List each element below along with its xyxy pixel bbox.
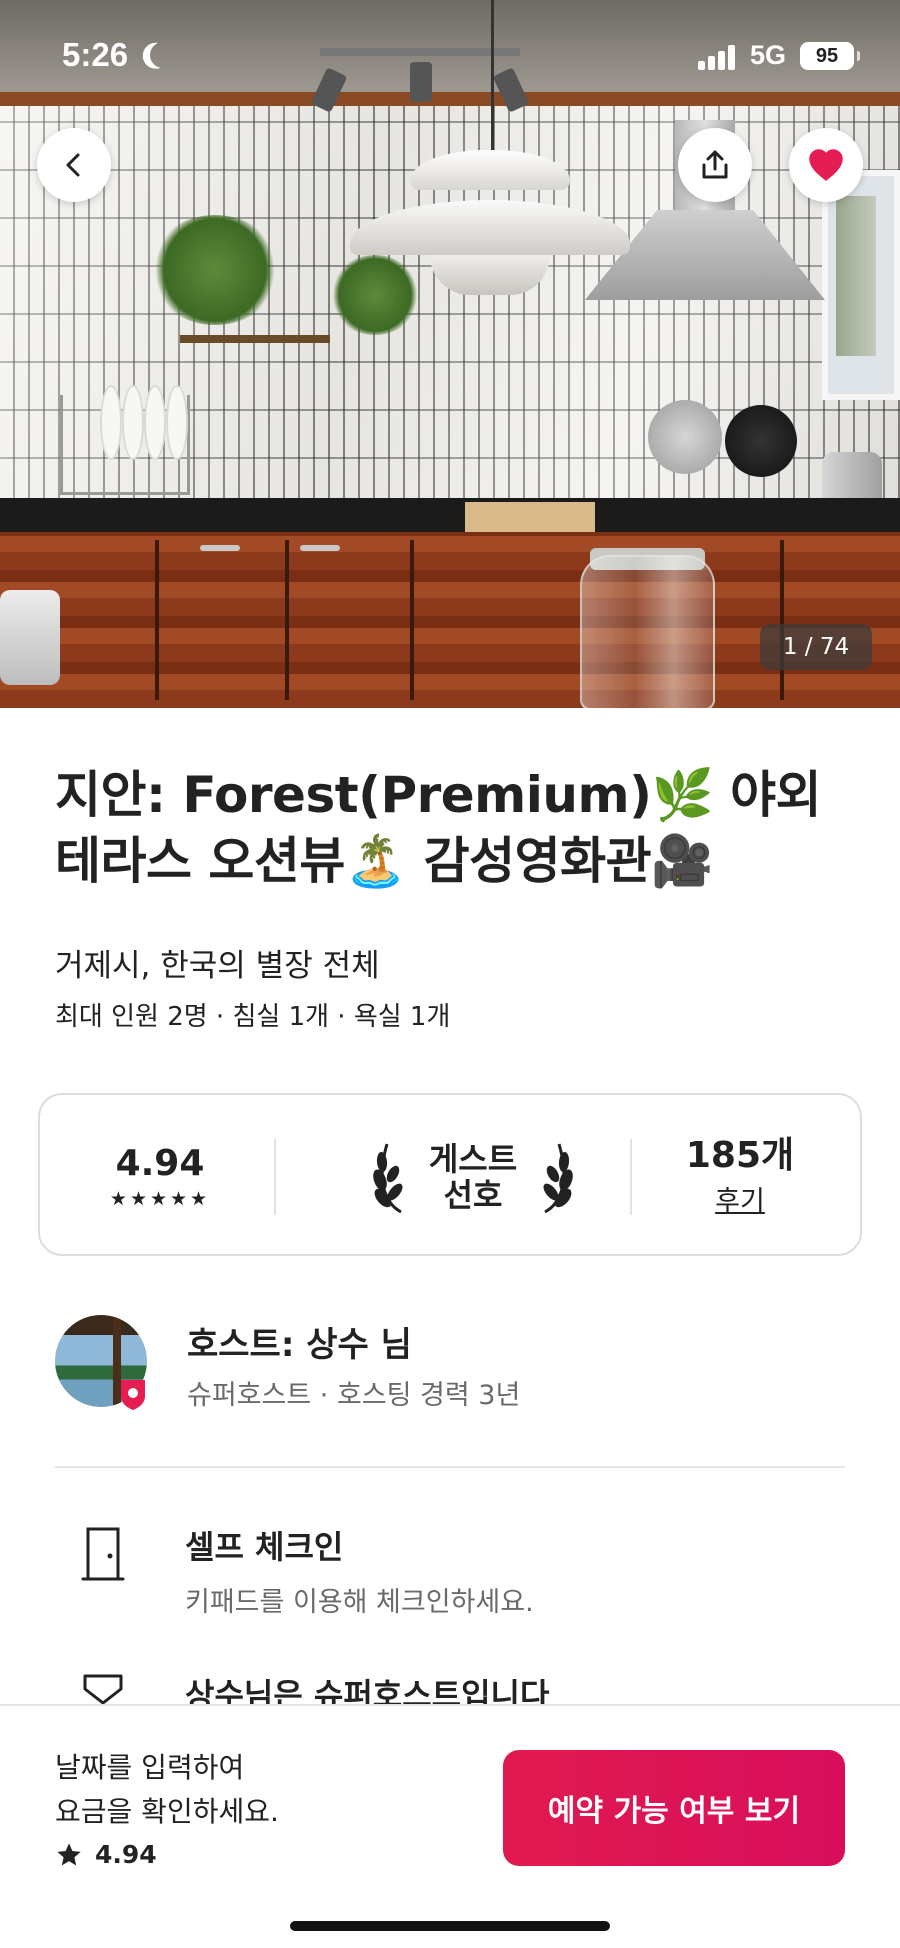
status-time: 5:26: [62, 36, 129, 73]
section-divider: [55, 1466, 845, 1468]
door-icon: [81, 1527, 125, 1581]
rating-divider: [630, 1139, 632, 1215]
photo-plate: [166, 385, 188, 460]
network-label: 5G: [750, 40, 787, 70]
signal-icon: [698, 44, 738, 70]
photo-plate: [100, 385, 122, 460]
feature-title-self-checkin: 셀프 체크인: [185, 1528, 344, 1566]
star-rating-icons: ★★★★★: [109, 1187, 211, 1210]
reviews-count: 185개: [685, 1135, 795, 1176]
photo-cabinet-gap: [285, 540, 289, 700]
moon-icon: [148, 40, 178, 70]
laurel-right-icon: [543, 1143, 573, 1213]
photo-plate: [144, 385, 166, 460]
booking-rating: 4.94: [55, 1840, 157, 1869]
superhost-badge-icon: [121, 1380, 145, 1410]
listing-photo[interactable]: [0, 0, 900, 708]
home-indicator[interactable]: [290, 1921, 610, 1931]
status-bar: 5:26 5G 95: [0, 0, 900, 100]
photo-counter: [0, 498, 900, 534]
listing-title: 지안: Forest(Premium)🌿 야외 테라스 오션뷰🏝️ 감성영화관🎥: [55, 766, 822, 890]
heart-icon: [809, 149, 843, 182]
rating-card[interactable]: 4.94 ★★★★★ 게스트 선호 185개 후기: [38, 1093, 862, 1256]
share-button[interactable]: [678, 128, 752, 202]
guest-favorite-label: 게스트 선호: [429, 1141, 517, 1213]
back-button[interactable]: [37, 128, 111, 202]
price-prompt-line2: 요금을 확인하세요.: [55, 1795, 279, 1828]
guest-favorite-badge: 게스트 선호: [276, 1095, 670, 1258]
photo-cabinet-gap: [155, 540, 159, 700]
check-availability-button[interactable]: 예약 가능 여부 보기: [503, 1750, 845, 1866]
photo-window: [822, 170, 900, 400]
photo-plant: [330, 255, 420, 335]
guest-favorite-line2: 선호: [443, 1175, 503, 1214]
photo-plate: [122, 385, 144, 460]
photo-cabinet-handle: [200, 545, 240, 551]
laurel-left-icon: [373, 1143, 403, 1213]
photo-cabinets: [0, 532, 900, 708]
photo-glass-jar: [580, 555, 715, 708]
feature-desc-self-checkin: 키패드를 이용해 체크인하세요.: [185, 1587, 534, 1618]
price-prompt-line1: 날짜를 입력하여: [55, 1751, 245, 1784]
booking-bar: 날짜를 입력하여 요금을 확인하세요. 4.94 예약 가능 여부 보기: [0, 1704, 900, 1948]
share-icon: [702, 150, 728, 179]
photo-shelf: [180, 335, 330, 343]
chevron-left-icon: [66, 153, 80, 177]
photo-plant: [150, 215, 280, 325]
rating-summary: 4.94 ★★★★★: [60, 1095, 260, 1258]
reviews-summary[interactable]: 185개 후기: [640, 1095, 840, 1258]
photo-cabinet-gap: [410, 540, 414, 700]
booking-rating-value: 4.94: [95, 1840, 157, 1869]
listing-subtitle: 거제시, 한국의 별장 전체: [55, 948, 380, 984]
listing-details: 최대 인원 2명 · 침실 1개 · 욕실 1개: [55, 1002, 451, 1032]
listing-content: 지안: Forest(Premium)🌿 야외 테라스 오션뷰🏝️ 감성영화관🎥…: [0, 708, 900, 1714]
photo-appliance: [0, 590, 60, 685]
photo-cabinet-gap: [780, 540, 784, 700]
battery-icon: 95: [800, 42, 860, 70]
photo-cabinet-handle: [300, 545, 340, 551]
guest-favorite-line1: 게스트: [428, 1139, 518, 1178]
photo-pan: [725, 405, 797, 477]
favorite-button[interactable]: [789, 128, 863, 202]
photo-counter: 1 / 74: [760, 624, 872, 670]
photo-cutting-board: [465, 502, 595, 532]
photo-pan: [648, 400, 722, 474]
star-icon: [57, 1842, 81, 1865]
rating-score: 4.94: [115, 1142, 205, 1184]
host-name[interactable]: 호스트: 상수 님: [187, 1317, 412, 1366]
reviews-link[interactable]: 후기: [715, 1179, 765, 1218]
host-meta: 슈퍼호스트 · 호스팅 경력 3년: [187, 1380, 521, 1411]
